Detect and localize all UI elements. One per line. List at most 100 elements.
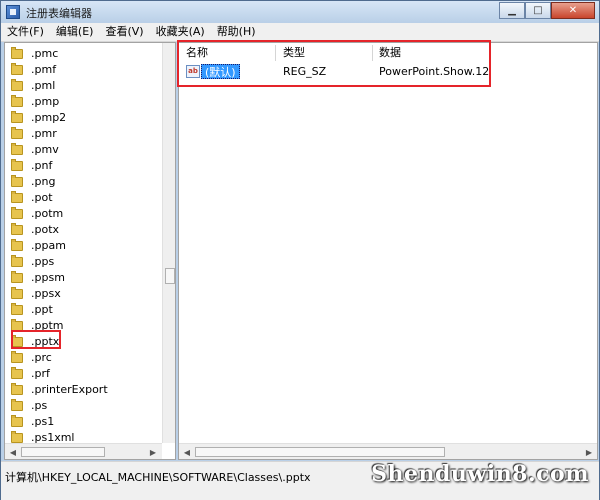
title-bar[interactable]: 注册表编辑器 ▁ □ ✕	[1, 1, 599, 23]
tree-item-label: .ppsm	[31, 271, 65, 284]
scroll-left-arrow-icon[interactable]: ◀	[180, 445, 194, 459]
folder-icon	[11, 95, 23, 107]
tree-item-label: .pmp2	[31, 111, 67, 124]
tree-item-label: .pmc	[31, 47, 59, 60]
tree-item[interactable]: .ppsm	[11, 270, 65, 286]
folder-icon	[11, 79, 23, 91]
folder-icon	[11, 383, 23, 395]
tree-item-label: .pml	[31, 79, 56, 92]
folder-icon	[11, 127, 23, 139]
folder-icon	[11, 415, 23, 427]
column-header-name[interactable]: 名称	[179, 45, 275, 61]
tree-item[interactable]: .ppam	[11, 238, 66, 254]
value-name[interactable]: (默认)	[201, 64, 240, 79]
tree-horizontal-scroll-thumb[interactable]	[21, 447, 105, 457]
tree-item[interactable]: .pmp2	[11, 110, 66, 126]
folder-icon	[11, 335, 23, 347]
values-pane[interactable]: 名称 类型 数据 ab (默认) REG_SZ PowerPoint.Show.…	[178, 42, 598, 460]
tree-item[interactable]: .prc	[11, 350, 52, 366]
tree-item-label: .ppam	[31, 239, 66, 252]
scroll-right-arrow-icon[interactable]: ▶	[146, 445, 160, 459]
tree-item[interactable]: .pot	[11, 190, 53, 206]
folder-icon	[11, 143, 23, 155]
minimize-button[interactable]: ▁	[499, 2, 525, 19]
tree-item-label: .pmf	[31, 63, 57, 76]
folder-icon	[11, 319, 23, 331]
tree-item-label: .png	[31, 175, 56, 188]
tree-item-label: .prc	[31, 351, 52, 364]
close-button[interactable]: ✕	[551, 2, 595, 19]
tree-item[interactable]: .potx	[11, 222, 59, 238]
tree-item[interactable]: .pml	[11, 78, 55, 94]
tree-item-label: .pmp	[31, 95, 60, 108]
folder-icon	[11, 367, 23, 379]
watermark: Shenduwin8.com	[371, 461, 589, 487]
tree-item[interactable]: .pptm	[11, 318, 64, 334]
folder-icon	[11, 63, 23, 75]
folder-icon	[11, 175, 23, 187]
tree-horizontal-scrollbar[interactable]: ◀ ▶	[5, 443, 162, 459]
close-icon: ✕	[568, 5, 578, 16]
tree-item[interactable]: .png	[11, 174, 55, 190]
tree-item[interactable]: .potm	[11, 206, 63, 222]
registry-editor-window: 注册表编辑器 ▁ □ ✕ 文件(F) 编辑(E) 查看(V) 收藏夹(A) 帮助…	[0, 0, 600, 500]
menu-edit[interactable]: 编辑(E)	[50, 23, 100, 41]
folder-icon	[11, 431, 23, 443]
tree-item[interactable]: .ps1	[11, 414, 54, 430]
tree-item[interactable]: .prf	[11, 366, 50, 382]
folder-icon	[11, 271, 23, 283]
folder-icon	[11, 287, 23, 299]
tree-item-label: .pot	[31, 191, 53, 204]
tree-item-label: .printerExport	[31, 383, 108, 396]
maximize-button[interactable]: □	[525, 2, 551, 19]
value-data: PowerPoint.Show.12	[379, 65, 490, 78]
tree-item[interactable]: .pmp	[11, 94, 59, 110]
folder-icon	[11, 239, 23, 251]
scroll-left-arrow-icon[interactable]: ◀	[6, 445, 20, 459]
tree-item[interactable]: .ps	[11, 398, 47, 414]
column-header-data[interactable]: 数据	[372, 45, 552, 61]
tree-item-label: .pmr	[31, 127, 57, 140]
folder-icon	[11, 255, 23, 267]
tree-item-label: .ppsx	[31, 287, 61, 300]
regedit-app-icon	[6, 5, 20, 19]
folder-icon	[11, 191, 23, 203]
key-tree-pane[interactable]: .pmc .pmf .pml .pmp .pmp2 .pmr .pmv .pnf .png .po…	[4, 42, 176, 460]
menu-file[interactable]: 文件(F)	[1, 23, 50, 41]
tree-item[interactable]: .printerExport	[11, 382, 108, 398]
tree-item[interactable]: .pmf	[11, 62, 56, 78]
tree-item-label: .pnf	[31, 159, 53, 172]
tree-item[interactable]: .ppt	[11, 302, 53, 318]
tree-item-label: .ppt	[31, 303, 53, 316]
tree-item[interactable]: .pmc	[11, 46, 58, 62]
tree-vertical-scroll-thumb[interactable]	[165, 268, 175, 284]
value-type: REG_SZ	[283, 65, 327, 78]
folder-icon	[11, 399, 23, 411]
folder-icon	[11, 159, 23, 171]
column-header-type[interactable]: 类型	[276, 45, 372, 61]
folder-icon	[11, 111, 23, 123]
values-horizontal-scrollbar[interactable]: ◀ ▶	[179, 443, 597, 459]
scroll-right-arrow-icon[interactable]: ▶	[582, 445, 596, 459]
tree-item-label: .pptx	[31, 335, 60, 348]
tree-item-label: .ps	[31, 399, 48, 412]
tree-item-label: .potm	[31, 207, 64, 220]
menu-help[interactable]: 帮助(H)	[211, 23, 262, 41]
tree-item[interactable]: .pmr	[11, 126, 57, 142]
minimize-icon: ▁	[508, 5, 516, 16]
tree-item-label: .pps	[31, 255, 55, 268]
status-path: 计算机\HKEY_LOCAL_MACHINE\SOFTWARE\Classes\…	[5, 471, 311, 484]
tree-item[interactable]: .pptx	[11, 334, 59, 350]
tree-item[interactable]: .pmv	[11, 142, 59, 158]
tree-item[interactable]: .pps	[11, 254, 54, 270]
values-horizontal-scroll-thumb[interactable]	[195, 447, 445, 457]
tree-item-label: .pptm	[31, 319, 64, 332]
tree-item-label: .potx	[31, 223, 60, 236]
tree-item[interactable]: .ppsx	[11, 286, 61, 302]
menu-view[interactable]: 查看(V)	[99, 23, 149, 41]
tree-item-label: .prf	[31, 367, 50, 380]
tree-vertical-scrollbar[interactable]	[162, 43, 175, 443]
menu-favorites[interactable]: 收藏夹(A)	[150, 23, 211, 41]
window-title: 注册表编辑器	[26, 7, 92, 20]
tree-item[interactable]: .pnf	[11, 158, 52, 174]
